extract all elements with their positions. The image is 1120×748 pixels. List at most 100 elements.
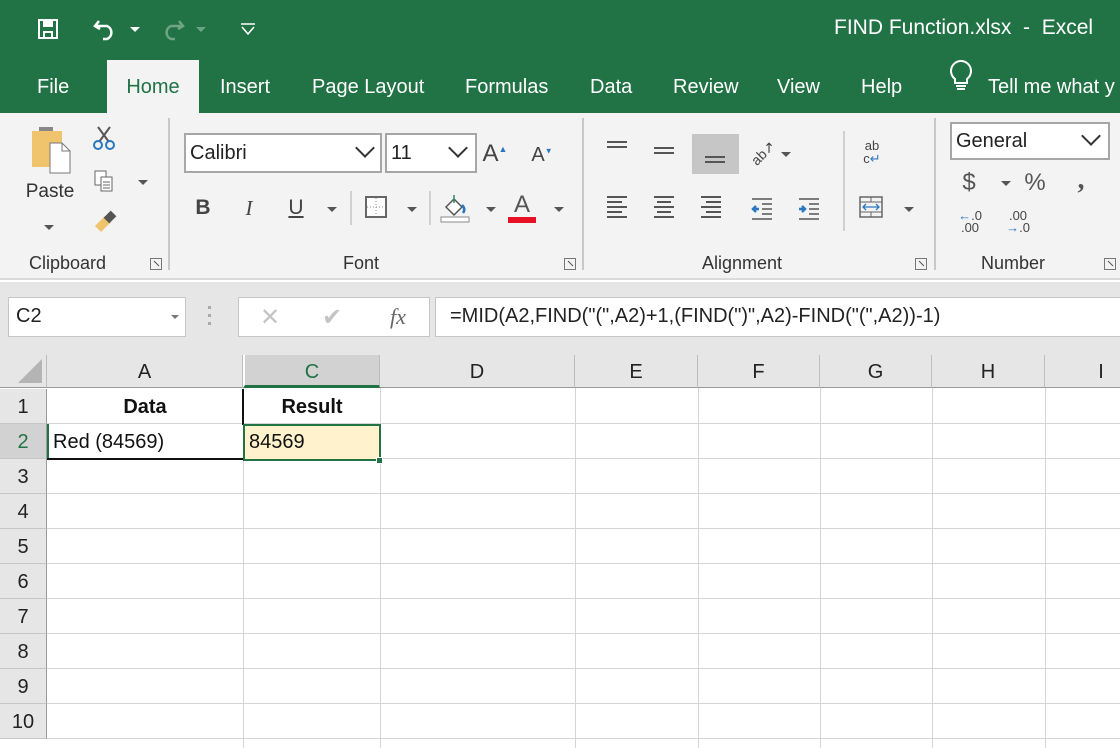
tell-me-box[interactable]: Tell me what y <box>948 59 1115 113</box>
comma-style-button[interactable]: , <box>1072 164 1090 195</box>
tab-view[interactable]: View <box>773 60 824 113</box>
redo-dropdown-icon <box>194 16 208 42</box>
name-box[interactable]: C2 <box>8 297 186 337</box>
font-name-dropdown[interactable]: Calibri <box>184 133 382 173</box>
align-left-button[interactable] <box>600 191 634 225</box>
decrease-indent-button[interactable] <box>745 191 779 225</box>
row-header-8[interactable]: 8 <box>0 634 47 669</box>
font-size-dropdown[interactable]: 11 <box>385 133 477 173</box>
tab-home[interactable]: Home <box>107 60 199 113</box>
alignment-launcher-icon[interactable] <box>915 258 927 270</box>
top-align-button[interactable] <box>600 133 634 163</box>
column-header-h[interactable]: H <box>932 355 1045 388</box>
row-gridline <box>47 703 1120 704</box>
row-header-9[interactable]: 9 <box>0 669 47 704</box>
number-format-dropdown[interactable]: General <box>950 122 1110 160</box>
tab-data[interactable]: Data <box>586 60 636 113</box>
row-gridline <box>47 598 1120 599</box>
column-header-a[interactable]: A <box>47 355 243 388</box>
cut-button[interactable] <box>92 125 116 151</box>
tab-file[interactable]: File <box>33 60 73 113</box>
row-header-10[interactable]: 10 <box>0 704 47 739</box>
align-right-button[interactable] <box>694 191 728 225</box>
row-header-3[interactable]: 3 <box>0 459 47 494</box>
cell-c1[interactable]: Result <box>244 389 380 424</box>
paste-dropdown-icon[interactable] <box>44 225 54 230</box>
borders-icon <box>365 196 387 218</box>
column-header-i[interactable]: I <box>1045 355 1120 388</box>
tab-review[interactable]: Review <box>669 60 743 113</box>
row-header-1[interactable]: 1 <box>0 389 47 424</box>
column-header-e[interactable]: E <box>575 355 698 388</box>
font-launcher-icon[interactable] <box>564 258 576 270</box>
row-header-6[interactable]: 6 <box>0 564 47 599</box>
row-gridline <box>47 633 1120 634</box>
tab-formulas[interactable]: Formulas <box>461 60 552 113</box>
merge-dropdown-icon[interactable] <box>904 207 914 212</box>
orientation-dropdown-icon[interactable] <box>781 152 791 157</box>
increase-decimal-button[interactable]: ←.0 .00 <box>955 208 985 236</box>
column-header-c[interactable]: C <box>243 355 380 388</box>
separator <box>843 131 845 231</box>
row-header-5[interactable]: 5 <box>0 529 47 564</box>
paste-button[interactable]: Paste <box>22 125 78 235</box>
column-header-g[interactable]: G <box>820 355 932 388</box>
increase-indent-button[interactable] <box>792 191 826 225</box>
font-color-button[interactable]: A <box>508 191 536 225</box>
orientation-button[interactable]: ab↗ <box>742 132 784 174</box>
number-launcher-icon[interactable] <box>1104 258 1116 270</box>
column-header-d[interactable]: D <box>380 355 575 388</box>
borders-dropdown-icon[interactable] <box>407 207 417 212</box>
select-all-button[interactable] <box>0 355 47 388</box>
wrap-text-button[interactable]: ab c↵ <box>857 135 887 169</box>
tab-help[interactable]: Help <box>857 60 906 113</box>
accounting-dropdown-icon[interactable] <box>1001 181 1011 186</box>
group-separator <box>582 118 584 270</box>
percent-style-button[interactable]: % <box>1022 168 1048 198</box>
italic-button[interactable]: I <box>236 193 262 223</box>
font-name-value: Calibri <box>190 141 247 164</box>
cell-c2-selected[interactable]: 84569 <box>243 424 381 461</box>
row-header-4[interactable]: 4 <box>0 494 47 529</box>
insert-function-button[interactable]: fx <box>383 302 413 332</box>
name-box-dropdown-icon[interactable] <box>171 315 179 319</box>
copy-icon <box>94 170 113 192</box>
row-header-2[interactable]: 2 <box>0 424 47 459</box>
bold-button[interactable]: B <box>190 193 216 223</box>
copy-dropdown-icon[interactable] <box>138 180 148 185</box>
cancel-icon[interactable]: ✕ <box>257 304 283 331</box>
copy-button[interactable] <box>92 168 116 194</box>
tab-page-layout[interactable]: Page Layout <box>308 60 428 113</box>
align-left-icon <box>607 196 627 221</box>
decrease-font-size-button[interactable]: A▼ <box>530 141 554 169</box>
undo-icon[interactable] <box>92 16 120 42</box>
undo-dropdown-icon[interactable] <box>128 16 142 42</box>
formula-bar-resize-handle[interactable] <box>208 306 212 328</box>
cell-a1[interactable]: Data <box>47 389 243 424</box>
borders-button[interactable] <box>364 195 388 219</box>
cell-a2[interactable]: Red (84569) <box>49 424 243 459</box>
formula-input[interactable]: =MID(A2,FIND("(",A2)+1,(FIND(")",A2)-FIN… <box>435 297 1120 337</box>
merge-center-button[interactable] <box>857 193 885 221</box>
accounting-format-button[interactable]: $ <box>957 168 981 198</box>
enter-icon[interactable]: ✔ <box>319 304 345 331</box>
underline-button[interactable]: U <box>283 193 309 223</box>
tab-insert[interactable]: Insert <box>216 60 274 113</box>
middle-align-button[interactable] <box>647 133 681 169</box>
font-color-dropdown-icon[interactable] <box>554 207 564 212</box>
fill-color-dropdown-icon[interactable] <box>486 207 496 212</box>
fill-color-button[interactable] <box>440 193 470 223</box>
clipboard-launcher-icon[interactable] <box>150 258 162 270</box>
column-header-f[interactable]: F <box>698 355 820 388</box>
customize-qat-icon[interactable] <box>238 16 258 42</box>
bottom-align-button[interactable] <box>692 134 739 174</box>
format-painter-button[interactable] <box>92 208 118 234</box>
column-gridline <box>575 388 576 748</box>
center-button[interactable] <box>647 191 681 225</box>
row-header-7[interactable]: 7 <box>0 599 47 634</box>
decrease-decimal-button[interactable]: .00 →.0 <box>1003 208 1033 236</box>
save-icon[interactable] <box>36 16 60 42</box>
fill-handle[interactable] <box>376 457 383 464</box>
increase-font-size-button[interactable]: A▲ <box>482 139 508 169</box>
underline-dropdown-icon[interactable] <box>327 207 337 212</box>
